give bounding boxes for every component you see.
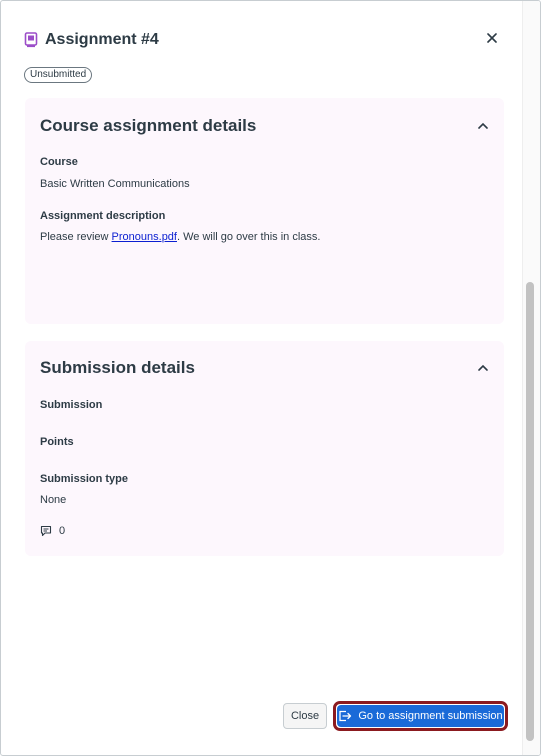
page-title: Assignment #4 <box>45 31 159 48</box>
comment-count: 0 <box>59 525 66 537</box>
course-label: Course <box>40 156 78 168</box>
description-value: Please review Pronouns.pdf. We will go o… <box>40 231 320 243</box>
go-to-submission-button[interactable]: Go to assignment submission <box>337 705 504 727</box>
submission-label: Submission <box>40 399 103 411</box>
description-label: Assignment description <box>40 210 166 222</box>
comments-count[interactable]: 0 <box>40 525 65 537</box>
close-button[interactable]: Close <box>283 703 327 729</box>
submission-type-value: None <box>40 494 67 506</box>
chevron-up-icon[interactable] <box>476 361 490 375</box>
go-to-submission-label: Go to assignment submission <box>358 710 503 722</box>
scrollbar-thumb[interactable] <box>526 282 534 741</box>
submission-details-card: Submission details Submission Points Sub… <box>25 341 504 556</box>
comment-icon <box>40 525 52 537</box>
description-prefix: Please review <box>40 231 112 243</box>
submission-type-label: Submission type <box>40 473 129 485</box>
points-label: Points <box>40 436 74 448</box>
status-badge: Unsubmitted <box>24 67 93 83</box>
course-details-card: Course assignment details Course Basic W… <box>25 98 504 324</box>
close-icon[interactable] <box>484 30 500 46</box>
course-value: Basic Written Communications <box>40 178 190 190</box>
assignment-dialog: Assignment #4 Unsubmitted Course assignm… <box>0 0 541 756</box>
course-details-title: Course assignment details <box>40 116 257 135</box>
description-suffix: . We will go over this in class. <box>176 231 321 243</box>
pronouns-pdf-link[interactable]: Pronouns.pdf <box>112 231 177 243</box>
chevron-up-icon[interactable] <box>476 119 490 133</box>
dialog-header: Assignment #4 <box>24 29 500 51</box>
submission-details-title: Submission details <box>40 358 195 377</box>
assignment-icon <box>24 32 38 48</box>
submit-arrow-icon <box>339 710 352 722</box>
